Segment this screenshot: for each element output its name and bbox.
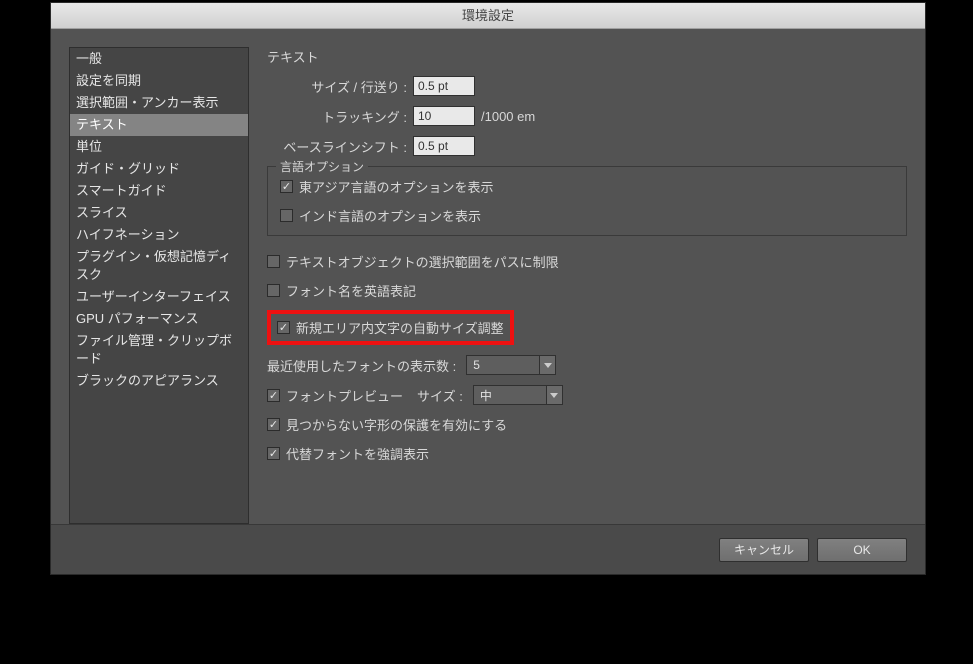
missing-glyph-row[interactable]: 見つからない字形の保護を有効にする bbox=[267, 415, 907, 434]
sidebar-item-general[interactable]: 一般 bbox=[70, 48, 248, 70]
restrict-path-label: テキストオブジェクトの選択範囲をパスに制限 bbox=[286, 252, 559, 271]
restrict-path-row[interactable]: テキストオブジェクトの選択範囲をパスに制限 bbox=[267, 252, 907, 271]
english-font-row[interactable]: フォント名を英語表記 bbox=[267, 281, 907, 300]
baseline-row: ベースラインシフト : bbox=[267, 136, 907, 156]
sidebar-item-files[interactable]: ファイル管理・クリップボード bbox=[70, 330, 248, 370]
language-options-group: 言語オプション 東アジア言語のオプションを表示 インド言語のオプションを表示 bbox=[267, 166, 907, 236]
section-label: テキスト bbox=[267, 47, 907, 66]
highlight-sub-checkbox[interactable] bbox=[267, 447, 280, 460]
highlight-sub-label: 代替フォントを強調表示 bbox=[286, 444, 429, 463]
dialog-title: 環境設定 bbox=[51, 3, 925, 29]
tracking-suffix: /1000 em bbox=[481, 109, 535, 124]
dialog-footer: キャンセル OK bbox=[51, 524, 925, 574]
font-preview-size-select[interactable]: 中 bbox=[473, 385, 563, 405]
main-panel: テキスト サイズ / 行送り : トラッキング : /1000 em ベースライ… bbox=[267, 47, 907, 524]
sidebar-item-hyphen[interactable]: ハイフネーション bbox=[70, 224, 248, 246]
sidebar-item-ui[interactable]: ユーザーインターフェイス bbox=[70, 286, 248, 308]
font-preview-label: フォントプレビュー bbox=[286, 386, 403, 405]
baseline-label: ベースラインシフト : bbox=[267, 137, 407, 156]
auto-size-label: 新規エリア内文字の自動サイズ調整 bbox=[296, 318, 504, 337]
size-leading-input[interactable] bbox=[413, 76, 475, 96]
recent-fonts-value: 5 bbox=[467, 358, 539, 372]
sidebar-item-selection[interactable]: 選択範囲・アンカー表示 bbox=[70, 92, 248, 114]
tracking-label: トラッキング : bbox=[267, 107, 407, 126]
tracking-row: トラッキング : /1000 em bbox=[267, 106, 907, 126]
indic-checkbox[interactable] bbox=[280, 209, 293, 222]
preferences-dialog: 環境設定 一般 設定を同期 選択範囲・アンカー表示 テキスト 単位 ガイド・グリ… bbox=[50, 2, 926, 575]
sidebar-item-black[interactable]: ブラックのアピアランス bbox=[70, 370, 248, 392]
font-preview-checkbox[interactable] bbox=[267, 389, 280, 402]
east-asian-label: 東アジア言語のオプションを表示 bbox=[299, 177, 493, 196]
cancel-button[interactable]: キャンセル bbox=[719, 538, 809, 562]
sidebar-item-plugin[interactable]: プラグイン・仮想記憶ディスク bbox=[70, 246, 248, 286]
sidebar-item-text[interactable]: テキスト bbox=[70, 114, 248, 136]
missing-glyph-label: 見つからない字形の保護を有効にする bbox=[286, 415, 507, 434]
language-options-title: 言語オプション bbox=[276, 158, 368, 175]
english-font-checkbox[interactable] bbox=[267, 284, 280, 297]
sidebar-item-sync[interactable]: 設定を同期 bbox=[70, 70, 248, 92]
font-preview-size-value: 中 bbox=[474, 387, 546, 404]
english-font-label: フォント名を英語表記 bbox=[286, 281, 416, 300]
auto-size-checkbox[interactable] bbox=[277, 321, 290, 334]
size-leading-label: サイズ / 行送り : bbox=[267, 77, 407, 96]
highlight-sub-row[interactable]: 代替フォントを強調表示 bbox=[267, 444, 907, 463]
indic-row[interactable]: インド言語のオプションを表示 bbox=[280, 206, 894, 225]
indic-label: インド言語のオプションを表示 bbox=[299, 206, 481, 225]
recent-fonts-label: 最近使用したフォントの表示数 : bbox=[267, 356, 456, 375]
sidebar-item-smartguides[interactable]: スマートガイド bbox=[70, 180, 248, 202]
chevron-down-icon bbox=[539, 356, 555, 374]
recent-fonts-row: 最近使用したフォントの表示数 : 5 bbox=[267, 355, 907, 375]
sidebar-item-gpu[interactable]: GPU パフォーマンス bbox=[70, 308, 248, 330]
east-asian-row[interactable]: 東アジア言語のオプションを表示 bbox=[280, 177, 894, 196]
ok-button[interactable]: OK bbox=[817, 538, 907, 562]
auto-size-highlight: 新規エリア内文字の自動サイズ調整 bbox=[267, 310, 514, 345]
sidebar-item-slices[interactable]: スライス bbox=[70, 202, 248, 224]
dialog-content: 一般 設定を同期 選択範囲・アンカー表示 テキスト 単位 ガイド・グリッド スマ… bbox=[51, 29, 925, 524]
missing-glyph-checkbox[interactable] bbox=[267, 418, 280, 431]
font-preview-size-label: サイズ : bbox=[417, 386, 463, 405]
chevron-down-icon bbox=[546, 386, 562, 404]
category-sidebar: 一般 設定を同期 選択範囲・アンカー表示 テキスト 単位 ガイド・グリッド スマ… bbox=[69, 47, 249, 524]
font-preview-row[interactable]: フォントプレビュー サイズ : 中 bbox=[267, 385, 907, 405]
size-leading-row: サイズ / 行送り : bbox=[267, 76, 907, 96]
tracking-input[interactable] bbox=[413, 106, 475, 126]
baseline-input[interactable] bbox=[413, 136, 475, 156]
restrict-path-checkbox[interactable] bbox=[267, 255, 280, 268]
recent-fonts-select[interactable]: 5 bbox=[466, 355, 556, 375]
east-asian-checkbox[interactable] bbox=[280, 180, 293, 193]
sidebar-item-guides[interactable]: ガイド・グリッド bbox=[70, 158, 248, 180]
sidebar-item-units[interactable]: 単位 bbox=[70, 136, 248, 158]
